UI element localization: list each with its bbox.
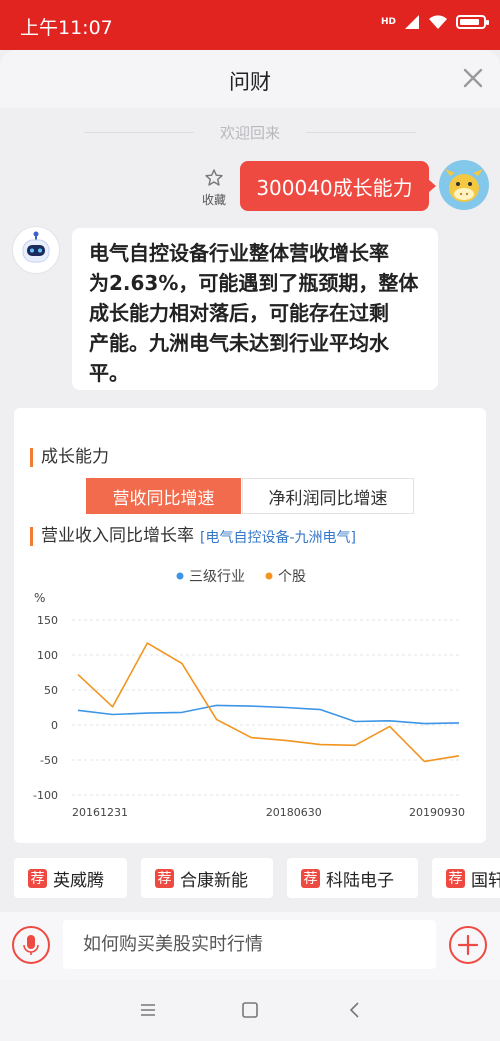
suggestion-bar: 荐英威腾 荐合康新能 荐科陆电子 荐国轩 <box>0 858 500 898</box>
y-tick-label: 100 <box>37 649 58 662</box>
section-title: 成长能力 <box>30 448 109 467</box>
recommend-tag: 荐 <box>446 868 465 888</box>
battery-icon <box>456 15 489 29</box>
tab-revenue-growth[interactable]: 营收同比增速 <box>86 478 241 514</box>
recommend-tag: 荐 <box>301 868 320 888</box>
user-avatar-icon[interactable] <box>439 160 489 210</box>
mic-button[interactable] <box>12 926 50 964</box>
y-tick-label: -50 <box>40 754 58 767</box>
hd-label: HD <box>380 17 396 27</box>
mic-icon <box>23 935 39 955</box>
bot-message-line: 产能。九洲电气未达到行业平均水 <box>89 331 389 355</box>
chip-label: 科陆电子 <box>326 870 394 891</box>
recommend-tag: 荐 <box>155 868 174 888</box>
tab-profit-growth[interactable]: 净利润同比增速 <box>242 478 414 514</box>
home-icon[interactable] <box>238 998 262 1022</box>
chat-sheet: 问财 欢迎回来 收藏 300040成长能力 电气自控设备行业整体营收增长率 为2… <box>0 50 500 1041</box>
welcome-divider: 欢迎回来 <box>0 122 500 142</box>
bot-message-line: 成长能力相对落后，可能存在过剩 <box>89 301 389 325</box>
wifi-icon <box>429 15 447 29</box>
chip-label: 国轩 <box>471 870 500 891</box>
suggestion-chip[interactable]: 荐科陆电子 <box>287 858 418 898</box>
legend-label: 三级行业 <box>189 569 245 585</box>
series-line <box>77 642 460 763</box>
y-tick-label: -100 <box>33 789 58 802</box>
robot-avatar-graphic <box>22 231 50 263</box>
series-line <box>77 704 460 725</box>
user-message-text: 300040成长能力 <box>256 175 413 200</box>
bot-avatar-icon <box>12 226 60 274</box>
favorite-button[interactable]: 收藏 <box>196 168 232 208</box>
legend-marker <box>176 572 184 580</box>
bot-message: 电气自控设备行业整体营收增长率 为2.63%，可能遇到了瓶颈期，整体 成长能力相… <box>72 228 438 390</box>
status-time: 上午11:07 <box>20 17 113 39</box>
sheet-header: 问财 <box>0 50 500 108</box>
signal-icon <box>405 15 419 29</box>
chart-subtitle: [电气自控设备-九洲电气] <box>200 530 356 546</box>
chart-title: 营业收入同比增长率 <box>30 527 194 546</box>
chip-label: 合康新能 <box>180 870 248 891</box>
plus-icon <box>457 934 479 956</box>
back-icon[interactable] <box>343 998 367 1022</box>
legend-marker <box>265 572 273 580</box>
input-bar <box>0 912 500 980</box>
x-tick-label: 20161231 <box>72 806 128 819</box>
suggestion-chip[interactable]: 荐英威腾 <box>14 858 127 898</box>
suggestion-chip[interactable]: 荐合康新能 <box>141 858 273 898</box>
close-icon[interactable] <box>458 63 488 93</box>
x-tick-label: 20180630 <box>266 806 322 819</box>
y-unit-label: % <box>34 591 45 605</box>
y-tick-label: 50 <box>44 684 58 697</box>
star-icon <box>205 169 223 186</box>
system-nav-bar <box>0 980 500 1041</box>
legend-label: 个股 <box>278 569 306 585</box>
bot-message-line: 为2.63%，可能遇到了瓶颈期，整体 <box>89 271 419 295</box>
user-message[interactable]: 300040成长能力 <box>240 161 436 211</box>
cow-avatar-graphic <box>445 169 483 202</box>
y-tick-label: 150 <box>37 614 58 627</box>
recommend-tag: 荐 <box>28 868 47 888</box>
suggestion-chip[interactable]: 荐国轩 <box>432 858 500 898</box>
y-tick-label: 0 <box>51 719 58 732</box>
growth-card: 成长能力 营收同比增速 净利润同比增速 营业收入同比增长率 [电气自控设备-九洲… <box>14 408 486 843</box>
battery-fill <box>460 19 479 25</box>
page-title: 问财 <box>229 70 271 94</box>
menu-icon[interactable] <box>136 998 160 1022</box>
welcome-text: 欢迎回来 <box>219 124 280 142</box>
bot-message-line: 电气自控设备行业整体营收增长率 <box>89 241 389 265</box>
divider-line-right <box>306 132 416 133</box>
favorite-label: 收藏 <box>201 193 226 207</box>
divider-line-left <box>84 132 194 133</box>
bot-message-line: 平。 <box>89 361 129 385</box>
question-input[interactable] <box>63 920 436 969</box>
x-tick-label: 20190930 <box>409 806 465 819</box>
status-bar: 上午11:07 HD <box>0 0 500 50</box>
system-icons: HD <box>380 14 489 30</box>
chip-label: 英威腾 <box>53 870 104 891</box>
plus-button[interactable] <box>449 926 487 964</box>
growth-line-chart: 三级行业 个股% 150 100 50 0 -50 -100 20161231 20180630 2… <box>33 569 465 819</box>
